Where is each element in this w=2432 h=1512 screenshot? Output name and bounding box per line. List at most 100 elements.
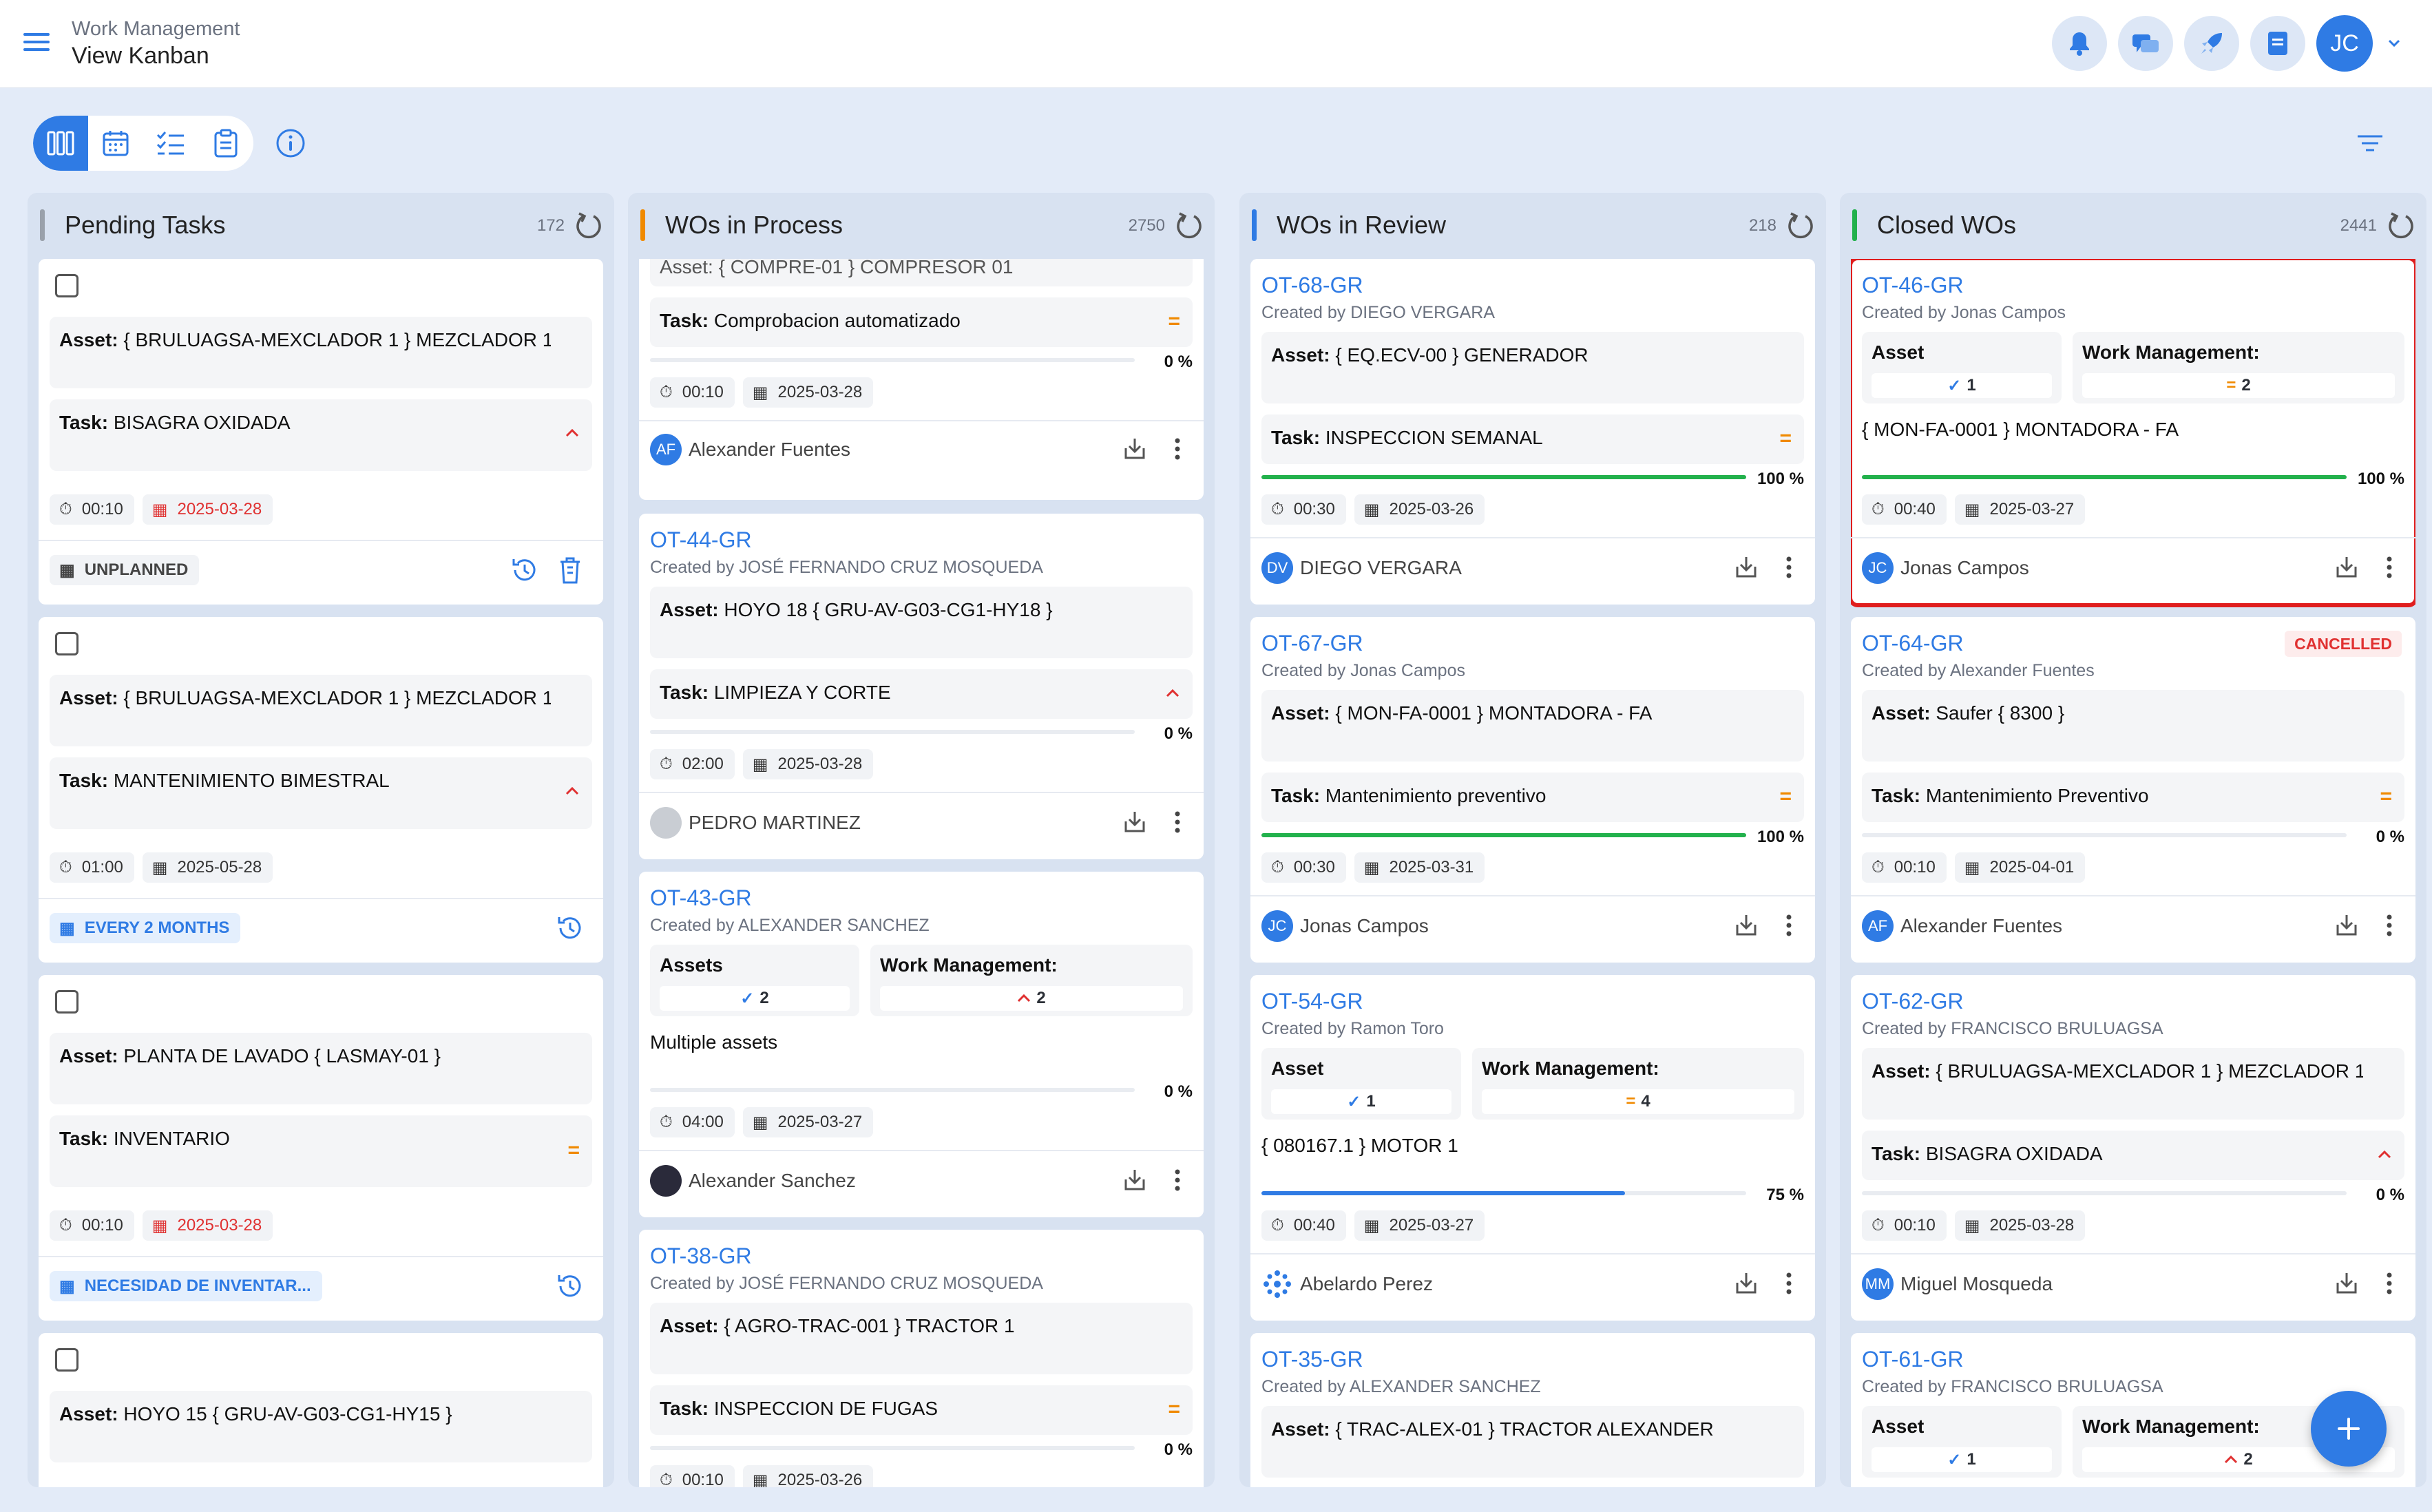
wo-id-link[interactable]: OT-61-GR xyxy=(1862,1347,1964,1372)
select-checkbox[interactable] xyxy=(55,1348,78,1372)
history-icon[interactable] xyxy=(554,912,587,945)
assignee: AF Alexander Fuentes xyxy=(1862,910,2062,942)
refresh-icon[interactable] xyxy=(2385,211,2415,241)
history-icon[interactable] xyxy=(508,554,541,587)
wo-card[interactable]: OT-43-GR Created by ALEXANDER SANCHEZ As… xyxy=(639,872,1204,1217)
more-vertical-icon[interactable] xyxy=(2373,909,2406,942)
tab-calendar[interactable] xyxy=(88,116,143,171)
launch-button[interactable] xyxy=(2184,16,2239,71)
progress-percent: 0 % xyxy=(1164,1440,1193,1459)
tab-clipboard[interactable] xyxy=(198,116,253,171)
wo-id-link[interactable]: OT-46-GR xyxy=(1862,273,1964,298)
wo-id-link[interactable]: OT-62-GR xyxy=(1862,989,1964,1014)
tab-list[interactable] xyxy=(143,116,198,171)
wo-card[interactable]: Asset: { COMPRE-01 } COMPRESOR 01 Task: … xyxy=(639,259,1204,500)
wo-id-link[interactable]: OT-67-GR xyxy=(1261,631,1363,656)
download-icon[interactable] xyxy=(2330,909,2363,942)
wo-id-link[interactable]: OT-38-GR xyxy=(650,1243,752,1269)
tab-kanban[interactable] xyxy=(33,116,88,171)
progress-percent: 100 % xyxy=(2357,470,2404,488)
chat-button[interactable] xyxy=(2118,16,2173,71)
date-pill: ▦ 2025-03-28 xyxy=(742,749,874,779)
assets-count-box: Assets ✓ 2 xyxy=(650,945,859,1016)
select-checkbox[interactable] xyxy=(55,990,78,1014)
assignee: MM Miguel Mosqueda xyxy=(1862,1268,2053,1300)
download-icon[interactable] xyxy=(1118,432,1151,465)
refresh-icon[interactable] xyxy=(573,211,603,241)
task-card[interactable]: Asset: PLANTA DE LAVADO { LASMAY-01 } Ta… xyxy=(39,975,603,1321)
date-pill: ▦ 2025-03-27 xyxy=(1954,494,2086,525)
documents-button[interactable] xyxy=(2250,16,2305,71)
wo-card[interactable]: OT-62-GR Created by FRANCISCO BRULUAGSA … xyxy=(1851,975,2415,1321)
more-vertical-icon[interactable] xyxy=(2373,1267,2406,1300)
wo-id-link[interactable]: OT-35-GR xyxy=(1261,1347,1363,1372)
wo-card[interactable]: OT-38-GR Created by JOSÉ FERNANDO CRUZ M… xyxy=(639,1230,1204,1487)
wo-id-link[interactable]: OT-68-GR xyxy=(1261,273,1363,298)
download-icon[interactable] xyxy=(2330,551,2363,584)
download-icon[interactable] xyxy=(2330,1267,2363,1300)
add-button[interactable] xyxy=(2311,1391,2387,1467)
info-icon[interactable] xyxy=(275,128,306,158)
wo-card[interactable]: OT-67-GR Created by Jonas Campos Asset: … xyxy=(1250,617,1815,963)
avatar: JC xyxy=(1261,910,1293,942)
hamburger-menu-icon[interactable] xyxy=(21,26,52,58)
download-icon[interactable] xyxy=(1118,806,1151,839)
select-checkbox[interactable] xyxy=(55,632,78,655)
description: Multiple assets xyxy=(650,1031,778,1053)
download-icon[interactable] xyxy=(1118,1164,1151,1197)
download-icon[interactable] xyxy=(1730,1267,1763,1300)
wo-id-link[interactable]: OT-43-GR xyxy=(650,885,752,911)
more-vertical-icon[interactable] xyxy=(1772,1267,1805,1300)
progress-percent: 100 % xyxy=(1757,828,1804,846)
asset-box: Asset: { AGRO-TRAC-001 } TRACTOR 1 xyxy=(650,1303,1193,1374)
card-meta: ⏱ 04:00 ▦ 2025-03-27 xyxy=(650,1107,874,1137)
priority-medium-icon: = xyxy=(1168,310,1180,333)
more-vertical-icon[interactable] xyxy=(1772,909,1805,942)
wo-id-link[interactable]: OT-44-GR xyxy=(650,527,752,553)
refresh-icon[interactable] xyxy=(1785,211,1815,241)
refresh-icon[interactable] xyxy=(1173,211,1204,241)
wo-card[interactable]: OT-68-GR Created by DIEGO VERGARA Asset:… xyxy=(1250,259,1815,605)
wo-card-selected[interactable]: OT-46-GR Created by Jonas Campos Asset ✓… xyxy=(1851,259,2415,607)
select-checkbox[interactable] xyxy=(55,274,78,297)
notifications-button[interactable] xyxy=(2052,16,2107,71)
check-circle-icon: ✓ xyxy=(1947,376,1962,395)
more-vertical-icon[interactable] xyxy=(1772,551,1805,584)
wo-id-link[interactable]: OT-64-GR xyxy=(1862,631,1964,656)
filter-icon[interactable] xyxy=(2355,128,2385,158)
column-wos-in-process: WOs in Process 2750 Asset: { COMPRE-01 }… xyxy=(628,193,1215,1487)
wo-id-link[interactable]: OT-54-GR xyxy=(1261,989,1363,1014)
asset-box: Asset: Saufer { 8300 } xyxy=(1862,690,2404,762)
date-pill: ▦ 2025-03-26 xyxy=(1354,494,1485,525)
date-pill: ▦ 2025-03-28 xyxy=(1954,1210,2086,1241)
wo-card[interactable]: OT-64-GR CANCELLED Created by Alexander … xyxy=(1851,617,2415,963)
wo-card[interactable]: OT-54-GR Created by Ramon Toro Asset ✓ 1 … xyxy=(1250,975,1815,1321)
user-avatar[interactable]: JC xyxy=(2316,15,2373,72)
trash-icon[interactable] xyxy=(554,554,587,587)
more-vertical-icon[interactable] xyxy=(2373,551,2406,584)
summary-boxes: Asset ✓ 1 Work Management: = 2 xyxy=(1862,332,2404,403)
priority-medium-icon: = xyxy=(1779,427,1792,450)
description: { 080167.1 } MOTOR 1 xyxy=(1261,1135,1458,1156)
download-icon[interactable] xyxy=(1730,909,1763,942)
card-meta: ⏱ 00:10 ▦ 2025-03-26 xyxy=(650,1465,874,1487)
asset-box: Asset: { MON-FA-0001 } MONTADORA - FA xyxy=(1261,690,1804,762)
task-box: Task: INSPECCION DE FUGAS = xyxy=(650,1385,1193,1435)
column-body: Asset: { COMPRE-01 } COMPRESOR 01 Task: … xyxy=(639,259,1204,1487)
priority-medium-icon: = xyxy=(2226,376,2236,395)
task-card[interactable]: Asset: { BRULUAGSA-MEXCLADOR 1 } MEZCLAD… xyxy=(39,259,603,605)
task-card[interactable]: Asset: HOYO 15 { GRU-AV-G03-CG1-HY15 } xyxy=(39,1333,603,1487)
more-vertical-icon[interactable] xyxy=(1161,1164,1194,1197)
stopwatch-icon: ⏱ xyxy=(660,1471,673,1487)
more-vertical-icon[interactable] xyxy=(1161,432,1194,465)
column-header: Closed WOs 2441 xyxy=(1840,193,2426,255)
history-icon[interactable] xyxy=(554,1270,587,1303)
chevron-down-icon[interactable] xyxy=(2384,39,2404,48)
avatar: JC xyxy=(1862,552,1894,584)
wo-card[interactable]: OT-35-GR Created by ALEXANDER SANCHEZ As… xyxy=(1250,1333,1815,1487)
more-vertical-icon[interactable] xyxy=(1161,806,1194,839)
wo-card[interactable]: OT-44-GR Created by JOSÉ FERNANDO CRUZ M… xyxy=(639,514,1204,859)
download-icon[interactable] xyxy=(1730,551,1763,584)
card-meta: ⏱ 00:30 ▦ 2025-03-26 xyxy=(1261,494,1485,525)
task-card[interactable]: Asset: { BRULUAGSA-MEXCLADOR 1 } MEZCLAD… xyxy=(39,617,603,963)
